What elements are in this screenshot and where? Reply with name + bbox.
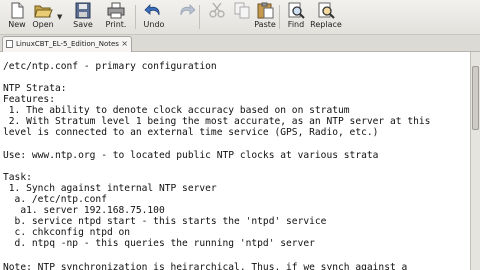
save-disk-icon (75, 2, 91, 19)
editor-line: /etc/ntp.conf - primary configuration (3, 61, 217, 72)
print-button-label: Print. (105, 20, 127, 29)
editor-line: NTP Strata: (3, 83, 67, 94)
toolbar-separator (199, 5, 200, 29)
tab-linuxcbt-notes[interactable]: LinuxCBT_EL-5_Edition_Notes × (2, 36, 132, 52)
open-recent-dropdown[interactable]: ▼ (57, 13, 62, 21)
undo-button[interactable]: Undo (138, 2, 170, 32)
vertical-scrollbar[interactable] (470, 52, 480, 270)
main-toolbar: New Open ▼ Save Print. Undo Paste Find R… (0, 0, 480, 35)
redo-arrow-icon (180, 4, 196, 16)
find-button-label: Find (287, 20, 305, 29)
paste-button[interactable]: Paste (249, 2, 281, 32)
editor-line: 2. With Stratum level 1 being the most a… (3, 116, 431, 127)
editor-line: Task: (3, 172, 32, 183)
save-button-label: Save (73, 20, 93, 29)
editor-line: d. ntpq -np - this queries the running '… (3, 238, 315, 249)
editor-line: Note: NTP synchronization is heirarchica… (3, 262, 408, 270)
scissors-icon (209, 2, 225, 18)
find-magnifier-icon (288, 2, 305, 19)
editor-line: Features: (3, 94, 55, 105)
new-document-icon (11, 2, 24, 19)
find-button[interactable]: Find (280, 2, 312, 32)
editor-line: Use: www.ntp.org - to located public NTP… (3, 150, 379, 161)
paste-button-label: Paste (254, 20, 276, 29)
editor-line: 1. Synch against internal NTP server (3, 183, 217, 194)
text-document-icon (6, 40, 13, 48)
printer-icon (107, 2, 125, 19)
text-editor-area[interactable]: /etc/ntp.conf - primary configuration NT… (0, 52, 470, 270)
open-button-label: Open (32, 20, 54, 29)
toolbar-separator (135, 5, 136, 29)
editor-line: 1. The ability to denote clock accuracy … (3, 105, 350, 116)
save-button[interactable]: Save (67, 2, 99, 32)
redo-button[interactable] (170, 2, 202, 32)
editor-line: level is connected to an external time s… (3, 127, 379, 138)
editor-line: a. /etc/ntp.conf (3, 194, 107, 205)
scrollbar-thumb[interactable] (472, 66, 479, 130)
tab-label: LinuxCBT_EL-5_Edition_Notes (16, 40, 119, 48)
folder-open-icon (34, 5, 53, 18)
undo-arrow-icon (144, 4, 160, 16)
replace-button[interactable]: Replace (310, 2, 342, 32)
find-replace-icon (318, 2, 335, 19)
editor-line: b. service ntpd start - this starts the … (3, 216, 327, 227)
replace-button-label: Replace (310, 20, 342, 29)
undo-button-label: Undo (143, 20, 165, 29)
close-tab-icon[interactable]: × (121, 37, 128, 51)
document-tab-bar: LinuxCBT_EL-5_Edition_Notes × (0, 35, 480, 52)
clipboard-paste-icon (257, 2, 274, 19)
open-button[interactable]: Open (27, 2, 59, 32)
print-button[interactable]: Print. (100, 2, 132, 32)
editor-line: a1. server 192.168.75.100 (3, 205, 165, 216)
editor-line: c. chkconfig ntpd on (3, 227, 131, 238)
